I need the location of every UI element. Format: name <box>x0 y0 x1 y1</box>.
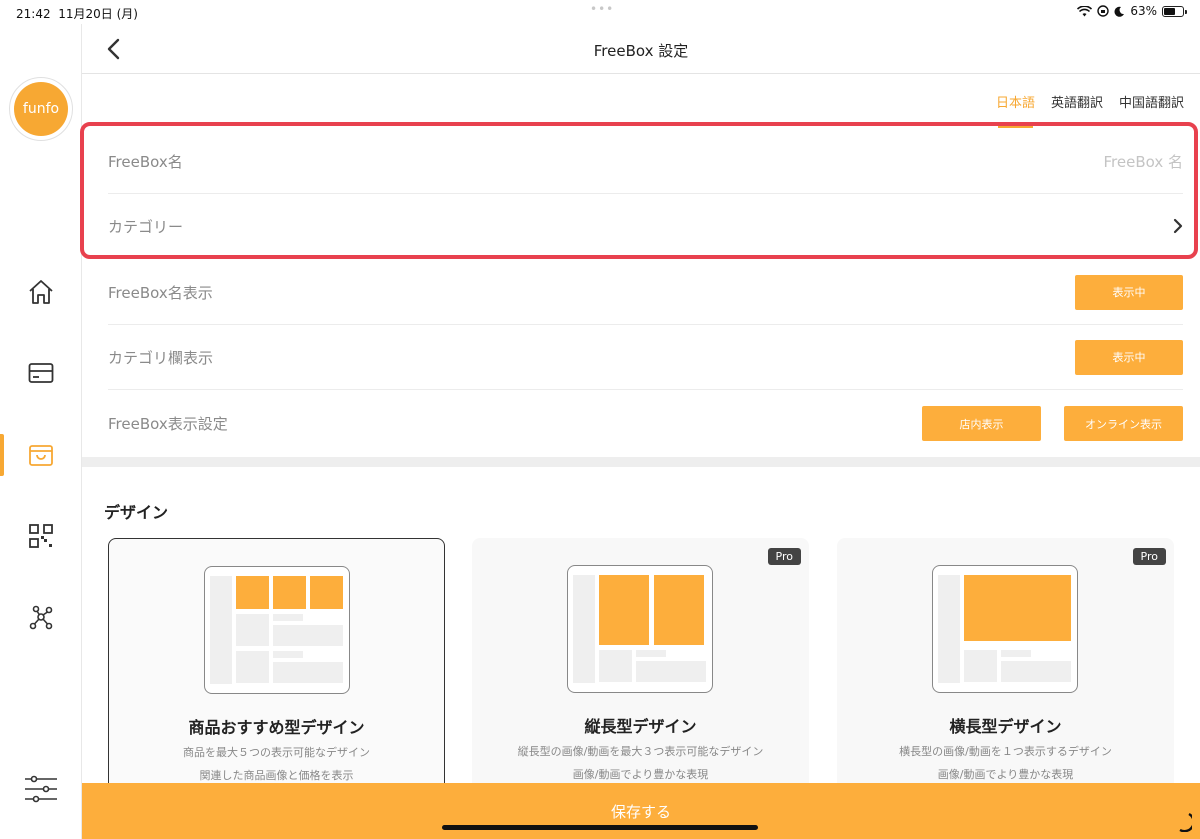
battery-percent: 63% <box>1130 4 1157 18</box>
header-bar: FreeBox 設定 <box>82 24 1200 74</box>
sidebar-active-indicator <box>0 434 4 476</box>
home-icon <box>29 280 53 304</box>
tab-english[interactable]: 英語翻訳 <box>1051 92 1103 111</box>
multitask-dots[interactable]: ••• <box>590 2 614 16</box>
layout-preview <box>567 565 713 693</box>
sidebar-item-network[interactable] <box>26 603 56 633</box>
design-card-horizontal[interactable]: Pro 横長型デザイン 横長型の画像/動画を１つ表示するデザイン 画像/動画でよ… <box>837 538 1174 798</box>
logo[interactable]: funfo <box>9 77 73 141</box>
section-divider <box>82 457 1200 467</box>
status-right: 63% <box>1077 4 1187 18</box>
wifi-icon <box>1077 5 1093 16</box>
design-card-desc: 関連した商品画像と価格を表示 <box>199 769 354 782</box>
display-setting-label: FreeBox表示設定 <box>108 415 228 433</box>
name-display-toggle-button[interactable]: 表示中 <box>1075 274 1183 310</box>
design-card-recommend[interactable]: 商品おすすめ型デザイン 商品を最大５つの表示可能なデザイン 関連した商品画像と価… <box>108 538 445 798</box>
category-display-toggle-button[interactable]: 表示中 <box>1075 339 1183 375</box>
sidebar: funfo <box>0 24 82 839</box>
design-card-desc: 画像/動画でより豊かな表現 <box>572 768 709 781</box>
sliders-icon <box>25 775 57 803</box>
battery-icon <box>1162 5 1187 17</box>
status-bar: 21:42 11月20日 (月) ••• 63% <box>0 0 1200 24</box>
layout-preview <box>204 566 350 694</box>
network-icon <box>29 605 53 630</box>
display-setting-row: FreeBox表示設定 店内表示 オンライン表示 <box>108 391 1183 456</box>
design-card-desc: 画像/動画でより豊かな表現 <box>937 768 1074 781</box>
display-setting-buttons: 店内表示 オンライン表示 <box>922 406 1183 441</box>
save-button[interactable]: 保存する <box>82 783 1200 839</box>
sidebar-item-freebox[interactable] <box>26 440 56 470</box>
highlight-frame <box>80 122 1198 259</box>
sidebar-item-qr[interactable] <box>26 521 56 551</box>
design-card-title: 商品おすすめ型デザイン <box>188 718 365 737</box>
design-card-desc: 商品を最大５つの表示可能なデザイン <box>183 746 370 759</box>
tab-japanese[interactable]: 日本語 <box>996 92 1035 128</box>
qr-code-icon <box>29 524 53 548</box>
status-time: 21:42 11月20日 (月) <box>16 7 138 21</box>
sidebar-item-card[interactable] <box>26 358 56 388</box>
category-display-label: カテゴリ欄表示 <box>108 348 214 367</box>
language-tabs: 日本語 英語翻訳 中国語翻訳 <box>996 92 1184 128</box>
logo-text: funfo <box>14 82 68 136</box>
layout-preview <box>932 565 1078 693</box>
category-display-row: カテゴリ欄表示 表示中 <box>108 325 1183 390</box>
design-card-desc: 横長型の画像/動画を１つ表示するデザイン <box>899 745 1112 758</box>
pro-badge: Pro <box>1132 548 1166 565</box>
name-display-row: FreeBox名表示 表示中 <box>108 260 1183 325</box>
page-title: FreeBox 設定 <box>593 42 689 60</box>
card-icon <box>28 363 54 383</box>
tab-chinese[interactable]: 中国語翻訳 <box>1119 92 1184 111</box>
home-indicator[interactable] <box>442 825 758 830</box>
design-section-title: デザイン <box>104 503 169 522</box>
pro-badge: Pro <box>767 548 801 565</box>
design-card-title: 縦長型デザイン <box>584 717 697 736</box>
design-card-desc: 縦長型の画像/動画を最大３つ表示可能なデザイン <box>517 745 764 758</box>
lock-rotation-icon <box>1097 5 1110 17</box>
sidebar-item-home[interactable] <box>26 277 56 307</box>
name-display-label: FreeBox名表示 <box>108 283 213 302</box>
scroll-corner-icon <box>1179 812 1192 832</box>
online-display-button[interactable]: オンライン表示 <box>1064 406 1183 441</box>
store-display-button[interactable]: 店内表示 <box>922 406 1041 441</box>
design-card-vertical[interactable]: Pro 縦長型デザイン 縦長型の画像/動画を最大３つ表示可能なデザイン 画像/動… <box>472 538 809 798</box>
design-card-title: 横長型デザイン <box>949 717 1062 736</box>
moon-icon <box>1114 6 1125 17</box>
sidebar-settings[interactable] <box>24 774 58 804</box>
shop-bag-icon <box>29 445 53 466</box>
